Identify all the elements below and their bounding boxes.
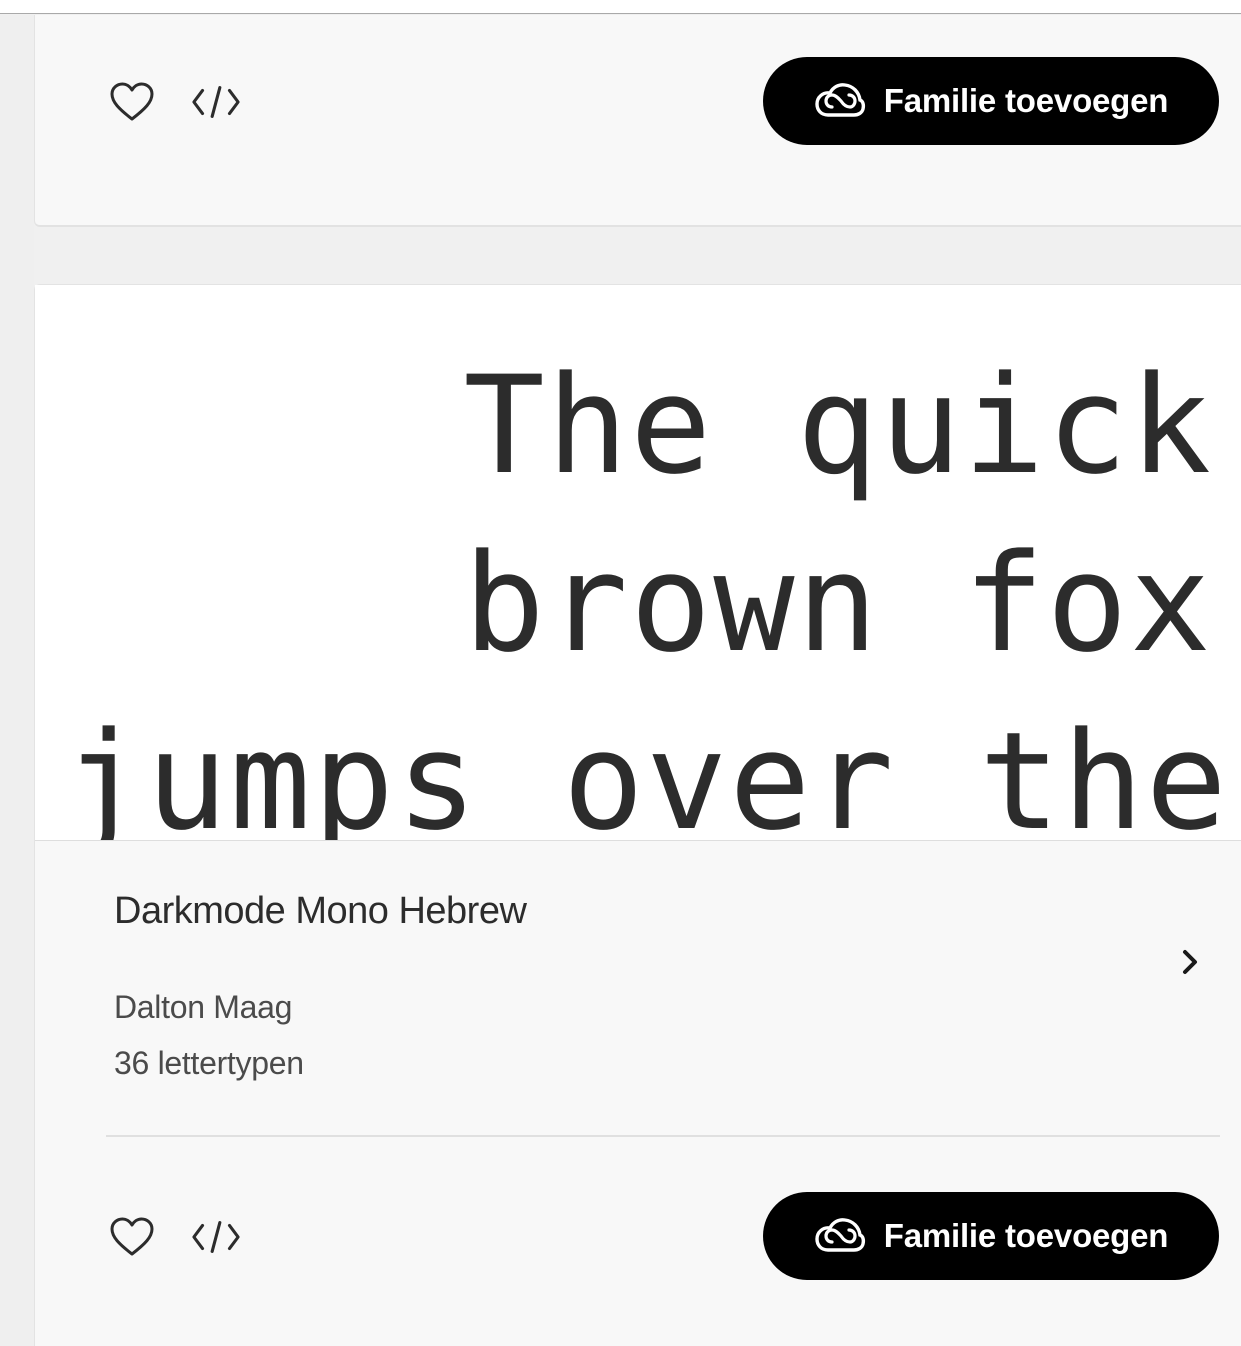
heart-icon [110, 1217, 154, 1256]
card-divider [106, 1135, 1220, 1137]
add-family-label: Familie toevoegen [883, 82, 1169, 119]
font-family-name[interactable]: Darkmode Mono Hebrew [114, 890, 527, 933]
chevron-right-icon [1183, 950, 1197, 974]
left-gutter [0, 15, 34, 1346]
font-card-previous: Familie toevoegen [34, 15, 1241, 227]
favorite-button[interactable] [107, 1212, 157, 1262]
card-actions: Familie toevoegen [35, 1192, 1241, 1282]
font-preview[interactable]: The quick brown fox jumps over the [35, 285, 1241, 841]
code-icon [192, 1221, 240, 1253]
favorite-button[interactable] [107, 77, 157, 127]
font-card: The quick brown fox jumps over the Darkmod… [34, 284, 1241, 1346]
preview-line: jumps over the [63, 703, 1229, 841]
creative-cloud-icon [814, 81, 866, 121]
code-icon [192, 86, 240, 118]
top-border [0, 0, 1241, 14]
card-actions: Familie toevoegen [35, 57, 1241, 147]
preview-line: The quick [463, 347, 1213, 504]
embed-code-button[interactable] [191, 77, 241, 127]
add-family-button[interactable]: Familie toevoegen [763, 57, 1219, 145]
foundry-name[interactable]: Dalton Maag [114, 989, 292, 1026]
preview-line: brown fox [463, 525, 1213, 682]
view-family-button[interactable] [1175, 945, 1205, 979]
creative-cloud-icon [814, 1216, 866, 1256]
embed-code-button[interactable] [191, 1212, 241, 1262]
heart-icon [110, 82, 154, 121]
font-count: 36 lettertypen [114, 1045, 304, 1081]
add-family-button[interactable]: Familie toevoegen [763, 1192, 1219, 1280]
add-family-label: Familie toevoegen [883, 1217, 1169, 1254]
preview-sample-text: The quick brown fox jumps over the [63, 337, 1229, 841]
